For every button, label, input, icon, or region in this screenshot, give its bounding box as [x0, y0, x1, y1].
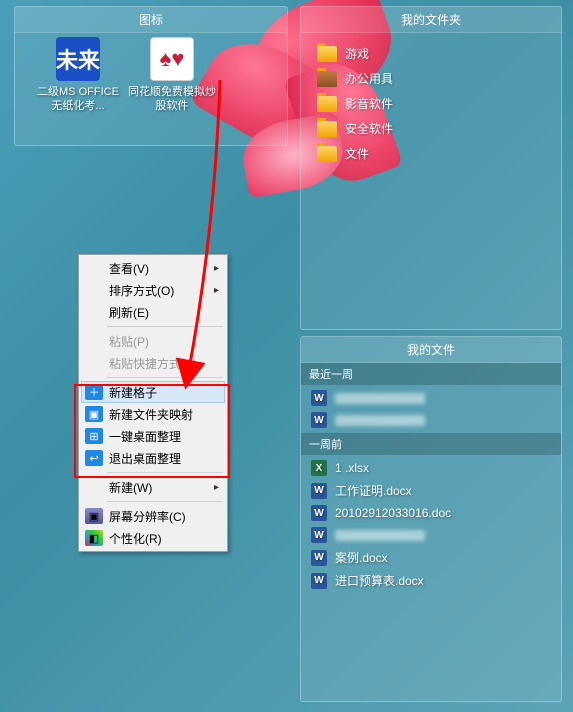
menu-item-label: 排序方式(O): [109, 282, 219, 299]
file-item[interactable]: W: [301, 409, 561, 431]
file-item[interactable]: W 20102912033016.doc: [301, 502, 561, 524]
menu-item-粘贴p: 粘贴(P): [81, 330, 225, 352]
excel-icon: X: [311, 460, 327, 476]
file-item[interactable]: X 1 .xlsx: [301, 457, 561, 479]
word-icon: W: [311, 390, 327, 406]
menu-item-label: 查看(V): [109, 260, 219, 277]
blank-icon: [85, 333, 103, 349]
plus-icon: ＋: [85, 384, 103, 400]
menu-separator: [107, 472, 223, 473]
folder-item[interactable]: 文件: [311, 141, 551, 166]
blank-icon: [85, 304, 103, 320]
menu-item-粘贴快捷方式s: 粘贴快捷方式(S): [81, 352, 225, 374]
menu-separator: [107, 326, 223, 327]
fence-my-files: 我的文件 最近一周WW一周前X1 .xlsxW工作证明.docxW2010291…: [300, 336, 562, 702]
menu-separator: [107, 501, 223, 502]
menu-item-新建w[interactable]: 新建(W): [81, 476, 225, 498]
redacted-filename: [335, 530, 425, 541]
desktop-context-menu: 查看(V) 排序方式(O) 刷新(E) 粘贴(P) 粘贴快捷方式(S) ＋ 新建格子 ▣ 新建文…: [78, 254, 228, 552]
folder-item[interactable]: 游戏: [311, 41, 551, 66]
menu-item-label: 粘贴快捷方式(S): [109, 355, 219, 372]
menu-separator: [107, 377, 223, 378]
fence-folders-title[interactable]: 我的文件夹: [301, 7, 561, 33]
grid-icon: ⊞: [85, 428, 103, 444]
file-item[interactable]: W: [301, 387, 561, 409]
folder-item[interactable]: 影音软件: [311, 91, 551, 116]
file-label: 进口预算表.docx: [335, 572, 424, 589]
briefcase-icon: [317, 71, 337, 87]
blank-icon: [85, 479, 103, 495]
menu-item-个性化r[interactable]: ◧ 个性化(R): [81, 527, 225, 549]
word-icon: W: [311, 505, 327, 521]
map-icon: ▣: [85, 406, 103, 422]
file-item[interactable]: W 案例.docx: [301, 546, 561, 569]
menu-item-label: 退出桌面整理: [109, 450, 219, 467]
desktop-icon-label: 同花顺免费模拟炒股软件: [127, 85, 217, 113]
app-icon: ♠♥: [150, 37, 194, 81]
file-item[interactable]: W: [301, 524, 561, 546]
fence-my-folders: 我的文件夹 游戏办公用具影音软件安全软件文件: [300, 6, 562, 330]
menu-item-label: 屏幕分辨率(C): [109, 508, 219, 525]
menu-item-label: 新建格子: [109, 384, 219, 401]
fence-icons-title[interactable]: 图标: [15, 7, 287, 33]
file-label: 工作证明.docx: [335, 482, 412, 499]
app-icon: 未来: [56, 37, 100, 81]
file-label: 案例.docx: [335, 549, 388, 566]
folder-icon: [317, 146, 337, 162]
screen-icon: ▣: [85, 508, 103, 524]
menu-item-label: 新建文件夹映射: [109, 406, 219, 423]
folder-item[interactable]: 安全软件: [311, 116, 551, 141]
desktop-icon-msoffice[interactable]: 未来 二级MS OFFICE无纸化考...: [33, 35, 123, 113]
word-icon: W: [311, 412, 327, 428]
menu-item-一键桌面整理[interactable]: ⊞ 一键桌面整理: [81, 425, 225, 447]
file-item[interactable]: W 工作证明.docx: [301, 479, 561, 502]
folder-label: 游戏: [345, 45, 369, 62]
menu-item-label: 粘贴(P): [109, 333, 219, 350]
folder-label: 安全软件: [345, 120, 393, 137]
fence-icons: 图标 未来 二级MS OFFICE无纸化考... ♠♥ 同花顺免费模拟炒股软件: [14, 6, 288, 146]
blank-icon: [85, 355, 103, 371]
menu-item-排序方式o[interactable]: 排序方式(O): [81, 279, 225, 301]
word-icon: W: [311, 550, 327, 566]
folder-label: 文件: [345, 145, 369, 162]
menu-item-新建格子[interactable]: ＋ 新建格子: [81, 381, 225, 403]
personal-icon: ◧: [85, 530, 103, 546]
blank-icon: [85, 260, 103, 276]
redacted-filename: [335, 393, 425, 404]
word-icon: W: [311, 527, 327, 543]
folder-icon: [317, 96, 337, 112]
folder-label: 办公用具: [345, 70, 393, 87]
menu-item-新建文件夹映射[interactable]: ▣ 新建文件夹映射: [81, 403, 225, 425]
files-section-header: 最近一周: [301, 363, 561, 385]
folder-label: 影音软件: [345, 95, 393, 112]
menu-item-刷新e[interactable]: 刷新(E): [81, 301, 225, 323]
folder-icon: [317, 121, 337, 137]
file-item[interactable]: W 进口预算表.docx: [301, 569, 561, 592]
desktop-icon-tonghuashun[interactable]: ♠♥ 同花顺免费模拟炒股软件: [127, 35, 217, 113]
exit-icon: ↩: [85, 450, 103, 466]
files-section-header: 一周前: [301, 433, 561, 455]
desktop-icon-label: 二级MS OFFICE无纸化考...: [33, 85, 123, 113]
menu-item-屏幕分辨率c[interactable]: ▣ 屏幕分辨率(C): [81, 505, 225, 527]
folder-icon: [317, 46, 337, 62]
file-label: 1 .xlsx: [335, 461, 369, 475]
fence-files-title[interactable]: 我的文件: [301, 337, 561, 363]
menu-item-查看v[interactable]: 查看(V): [81, 257, 225, 279]
file-label: 20102912033016.doc: [335, 506, 451, 520]
redacted-filename: [335, 415, 425, 426]
menu-item-label: 刷新(E): [109, 304, 219, 321]
word-icon: W: [311, 573, 327, 589]
menu-item-label: 一键桌面整理: [109, 428, 219, 445]
word-icon: W: [311, 483, 327, 499]
menu-item-label: 个性化(R): [109, 530, 219, 547]
menu-item-退出桌面整理[interactable]: ↩ 退出桌面整理: [81, 447, 225, 469]
blank-icon: [85, 282, 103, 298]
folder-item[interactable]: 办公用具: [311, 66, 551, 91]
menu-item-label: 新建(W): [109, 479, 219, 496]
